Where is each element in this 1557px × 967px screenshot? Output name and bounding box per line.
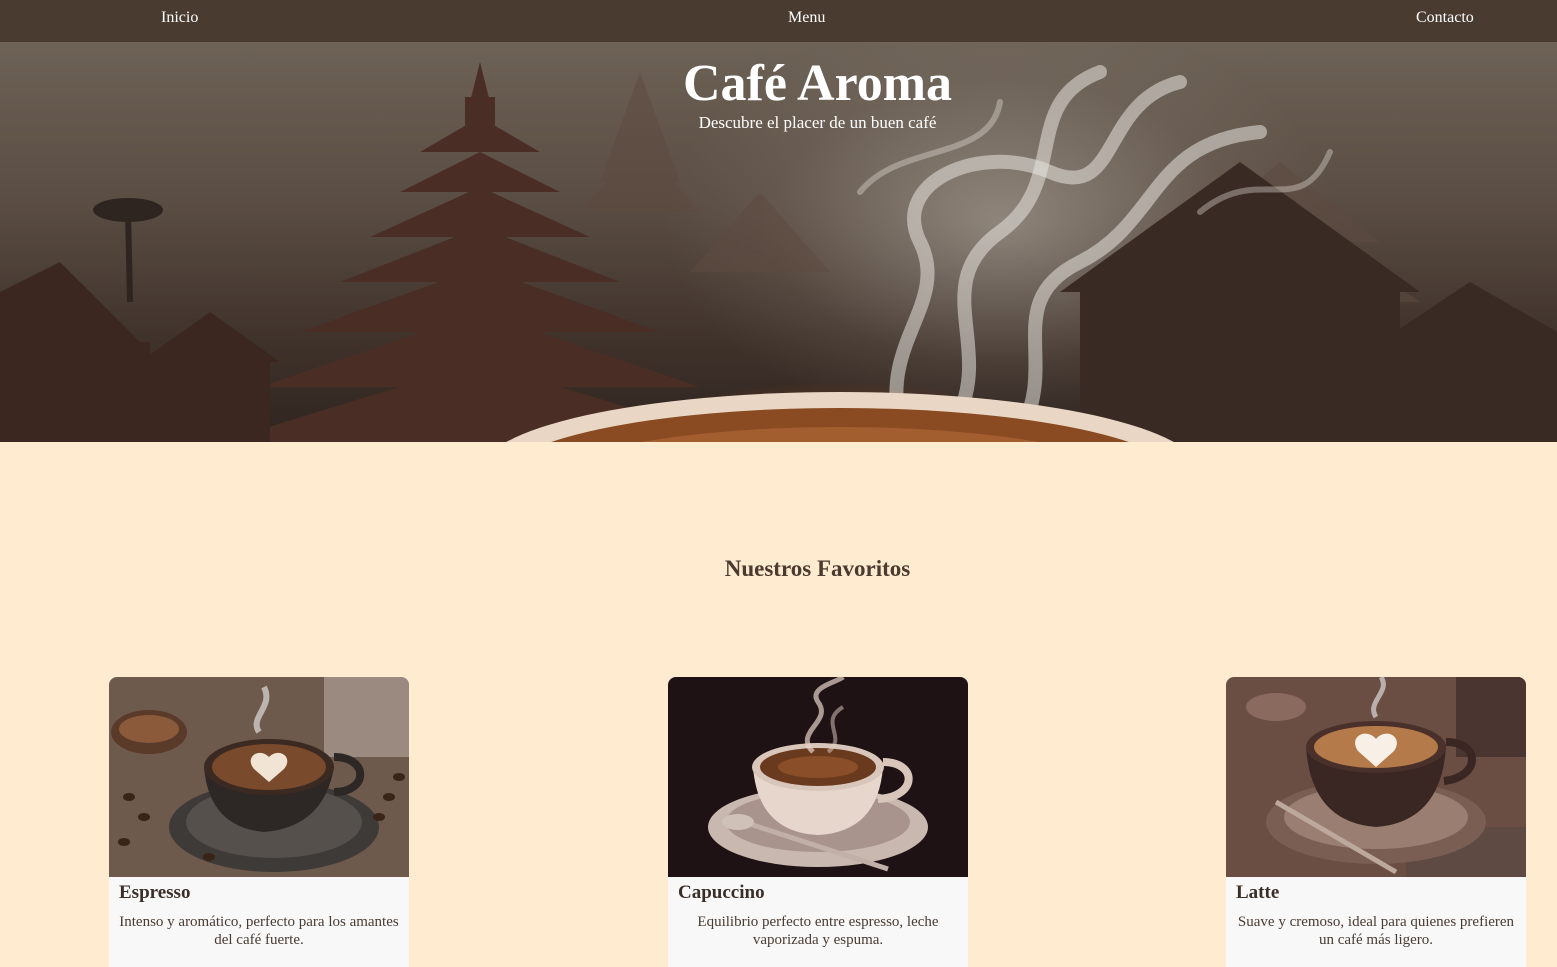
product-description: Suave y cremoso, ideal para quienes pref… <box>1237 914 1515 948</box>
product-description: Equilibrio perfecto entre espresso, lech… <box>697 914 939 948</box>
hero-banner: Café Aroma Descubre el placer de un buen… <box>0 42 1557 442</box>
hero-title: Café Aroma <box>682 55 953 112</box>
product-card-latte[interactable]: Latte Suave y cremoso, ideal para quiene… <box>1226 677 1526 967</box>
nav-link-contacto[interactable]: Contacto <box>1416 9 1474 27</box>
product-card-espresso[interactable]: Espresso Intenso y aromático, perfecto p… <box>109 677 409 967</box>
hero-subtitle: Descubre el placer de un buen café <box>698 113 937 132</box>
nav-link-inicio[interactable]: Inicio <box>161 9 198 27</box>
product-description: Intenso y aromático, perfecto para los a… <box>119 914 399 948</box>
product-card-capuccino[interactable]: Capuccino Equilibrio perfecto entre espr… <box>668 677 968 967</box>
favorites-title: Nuestros Favoritos <box>724 556 911 581</box>
top-nav: Inicio Menu Contacto <box>0 0 1557 42</box>
product-name: Capuccino <box>678 882 765 903</box>
capuccino-image <box>668 677 968 877</box>
product-name: Espresso <box>119 882 191 903</box>
product-name: Latte <box>1236 882 1280 903</box>
latte-image <box>1226 677 1526 877</box>
nav-link-menu[interactable]: Menu <box>788 9 825 27</box>
espresso-image <box>109 677 409 877</box>
